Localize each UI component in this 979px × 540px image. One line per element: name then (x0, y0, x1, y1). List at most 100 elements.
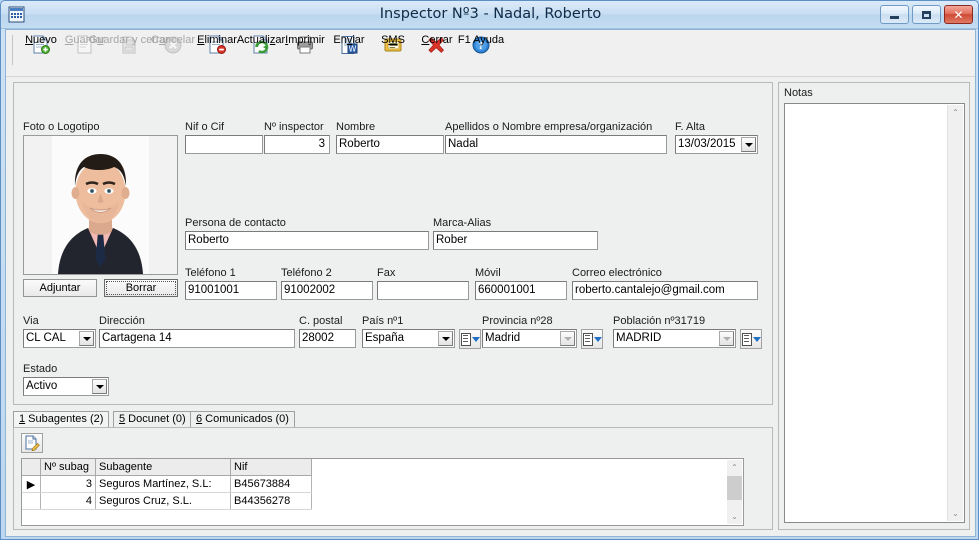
provincia-lookup-button[interactable] (581, 329, 603, 349)
col-header-nif[interactable]: Nif (230, 459, 312, 476)
movil-label: Móvil (475, 267, 501, 279)
chevron-down-icon (752, 336, 761, 342)
telefono1-input[interactable]: 91001001 (185, 281, 277, 300)
toolbar-button-actualizar[interactable]: Actualizar (237, 30, 285, 73)
toolbar-button-sms[interactable]: SMS (371, 30, 415, 73)
minimize-button[interactable] (880, 5, 909, 24)
via-value: CL CAL (26, 332, 66, 344)
scroll-down-icon[interactable]: ⌄ (727, 509, 742, 524)
telefono1-label: Teléfono 1 (185, 267, 236, 279)
persona-contacto-input[interactable]: Roberto (185, 231, 429, 250)
inspector-window: Inspector Nº3 - Nadal, Roberto ✕ Nuevo G… (0, 0, 979, 540)
scroll-up-icon[interactable]: ⌃ (948, 105, 963, 120)
toolbar-button-cancelar[interactable]: Cancelar (151, 30, 195, 73)
nif-input[interactable] (185, 135, 263, 154)
toolbar-separator (12, 35, 13, 65)
col-header-marker (22, 459, 41, 476)
tab-comunicados[interactable]: 6 Comunicados (0) (190, 411, 295, 428)
codigo-postal-label: C. postal (299, 315, 343, 327)
notes-textarea[interactable]: ⌃ ⌄ (784, 103, 965, 523)
grid-scroll-thumb[interactable] (727, 476, 742, 500)
tab-docunet-label: Docunet (0) (125, 413, 186, 425)
via-label: Via (23, 315, 39, 327)
subagentes-table: Nº subag Subagente Nif ▶ 3 Seguros Martí… (22, 459, 312, 510)
col-header-num[interactable]: Nº subag (40, 459, 96, 476)
poblacion-select[interactable]: MADRID (613, 329, 736, 348)
toolbar-button-nuevo[interactable]: Nuevo (19, 30, 63, 73)
provincia-label: Provincia nº28 (482, 315, 553, 327)
close-button[interactable]: ✕ (944, 5, 973, 24)
nif-label: Nif o Cif (185, 121, 225, 133)
provincia-value: Madrid (485, 332, 521, 344)
fecha-alta-label: F. Alta (675, 121, 705, 133)
chevron-down-icon (593, 336, 602, 342)
chevron-down-icon[interactable] (92, 379, 107, 394)
chevron-down-icon (471, 336, 480, 342)
edit-record-icon[interactable] (21, 433, 43, 453)
tab-subagentes[interactable]: 1 Subagentes (2) (13, 411, 110, 428)
scroll-up-icon[interactable]: ⌃ (727, 460, 742, 475)
poblacion-lookup-button[interactable] (740, 329, 762, 349)
marca-alias-input[interactable]: Rober (433, 231, 598, 250)
chevron-down-icon[interactable] (741, 137, 756, 152)
apellidos-label: Apellidos o Nombre empresa/organización (445, 121, 653, 133)
direccion-input[interactable]: Cartagena 14 (99, 329, 295, 348)
chevron-down-icon[interactable] (719, 331, 734, 346)
notes-panel: Notas ⌃ ⌄ (778, 82, 970, 530)
chevron-down-icon[interactable] (438, 331, 453, 346)
toolbar-button-imprimir[interactable]: Imprimir (283, 30, 327, 73)
cell-nif: B44356278 (230, 492, 312, 510)
chevron-down-icon[interactable] (560, 331, 575, 346)
col-header-subagente[interactable]: Subagente (95, 459, 231, 476)
estado-select[interactable]: Activo (23, 377, 109, 396)
nombre-input[interactable]: Roberto (336, 135, 444, 154)
via-select[interactable]: CL CAL (23, 329, 96, 348)
inspector-number-label: Nº inspector (264, 121, 324, 133)
scroll-down-icon[interactable]: ⌄ (948, 506, 963, 521)
delete-photo-button[interactable]: Borrar (104, 279, 178, 297)
maximize-button[interactable] (912, 5, 941, 24)
movil-input[interactable]: 660001001 (475, 281, 567, 300)
tab-comunicados-label: Comunicados (0) (202, 413, 289, 425)
photo-box[interactable] (23, 135, 178, 275)
grid-scrollbar[interactable]: ⌃ ⌄ (727, 460, 742, 524)
telefono2-label: Teléfono 2 (281, 267, 332, 279)
toolbar-button-eliminar[interactable]: Eliminar (195, 30, 239, 73)
toolbar-button-enviar[interactable]: W Enviar (327, 30, 371, 73)
notes-label: Notas (784, 87, 813, 99)
subagentes-grid[interactable]: Nº subag Subagente Nif ▶ 3 Seguros Martí… (21, 458, 744, 526)
cell-num: 4 (40, 492, 96, 510)
toolbar-button-f1-ayuda[interactable]: ? F1 Ayuda (458, 30, 504, 73)
fecha-alta-value: 13/03/2015 (678, 138, 736, 150)
fecha-alta-datepicker[interactable]: 13/03/2015 (675, 135, 758, 154)
apellidos-input[interactable]: Nadal (445, 135, 667, 154)
subagentes-tab-panel: Nº subag Subagente Nif ▶ 3 Seguros Martí… (13, 427, 773, 530)
notes-scrollbar[interactable]: ⌃ ⌄ (947, 105, 963, 521)
inspector-number-input[interactable]: 3 (264, 135, 330, 154)
cell-nif: B45673884 (230, 475, 312, 493)
estado-value: Activo (26, 380, 58, 392)
correo-label: Correo electrónico (572, 267, 662, 279)
pais-select[interactable]: España (362, 329, 455, 348)
cell-subagente: Seguros Cruz, S.L. (95, 492, 231, 510)
cell-subagente: Seguros Martínez, S.L: (95, 475, 231, 493)
table-row[interactable]: ▶ 3 Seguros Martínez, S.L: B45673884 (22, 475, 312, 493)
attach-photo-button[interactable]: Adjuntar (23, 279, 97, 297)
title-bar: Inspector Nº3 - Nadal, Roberto ✕ (1, 1, 978, 29)
codigo-postal-input[interactable]: 28002 (299, 329, 356, 348)
correo-input[interactable]: roberto.cantalejo@gmail.com (572, 281, 758, 300)
toolbar-button-guardar-y-cerrar[interactable]: Guardar y cerrar (89, 30, 169, 73)
fax-input[interactable] (377, 281, 469, 300)
pais-label: País nº1 (362, 315, 404, 327)
provincia-select[interactable]: Madrid (482, 329, 577, 348)
pais-lookup-button[interactable] (459, 329, 481, 349)
table-row[interactable]: 4 Seguros Cruz, S.L. B44356278 (22, 492, 312, 510)
book-icon (460, 332, 471, 346)
chevron-down-icon[interactable] (79, 331, 94, 346)
main-form-panel: Foto o Logotipo Adjuntar Borrar Nif o Ci… (13, 82, 773, 405)
tab-docunet[interactable]: 5 Docunet (0) (113, 411, 192, 428)
estado-label: Estado (23, 363, 58, 375)
telefono2-input[interactable]: 91002002 (281, 281, 373, 300)
toolbar-button-cerrar[interactable]: Cerrar (415, 30, 459, 73)
row-marker: ▶ (22, 475, 41, 493)
